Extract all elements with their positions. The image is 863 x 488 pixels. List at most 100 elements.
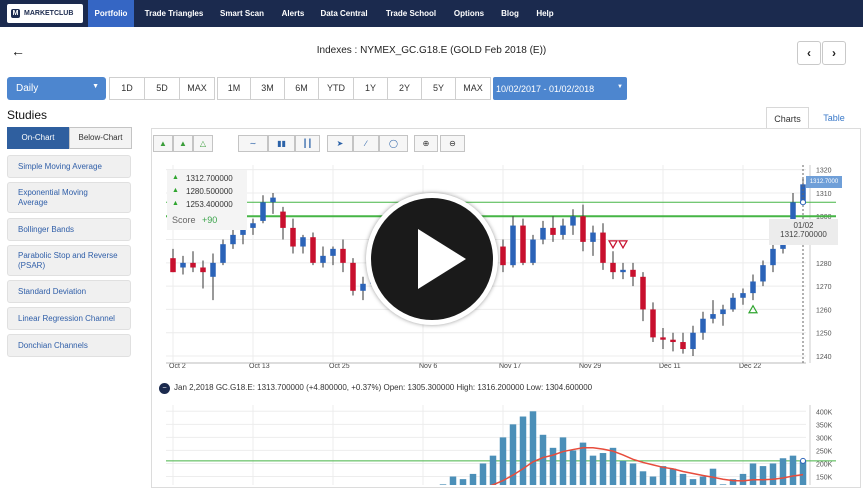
period-button-1d[interactable]: 1D bbox=[109, 77, 145, 100]
crosshair-point bbox=[800, 199, 806, 206]
fibonacci-icon[interactable]: ◯ bbox=[379, 135, 408, 152]
nav-item-alerts[interactable]: Alerts bbox=[273, 0, 313, 27]
study-standard-deviation[interactable]: Standard Deviation bbox=[7, 280, 131, 303]
study-linear-regression-channel[interactable]: Linear Regression Channel bbox=[7, 307, 131, 330]
volume-bar bbox=[739, 473, 747, 485]
study-simple-moving-average[interactable]: Simple Moving Average bbox=[7, 155, 131, 178]
period-button-ytd[interactable]: YTD bbox=[318, 77, 354, 100]
trade-triangle-weekly-icon[interactable]: ▲ bbox=[173, 135, 193, 152]
candle-body bbox=[610, 262, 616, 273]
period-button-max-2[interactable]: MAX bbox=[455, 77, 491, 100]
volume-bar bbox=[519, 416, 527, 485]
last-price-tag: 1312.7000 bbox=[806, 176, 842, 188]
candle-body bbox=[310, 237, 316, 263]
volume-bar bbox=[459, 479, 467, 485]
study-bollinger-bands[interactable]: Bollinger Bands bbox=[7, 218, 131, 241]
green-triangle-icon: ▲ bbox=[172, 174, 179, 181]
zoom-out-icon[interactable]: ⊖ bbox=[440, 135, 465, 152]
y-tick-label: 1250 bbox=[816, 331, 832, 338]
volume-bar bbox=[779, 458, 787, 485]
nav-item-help[interactable]: Help bbox=[529, 0, 561, 27]
study-label: (PSAR) bbox=[18, 261, 46, 270]
crosshair-readout: 01/02 1312.700000 bbox=[769, 219, 838, 245]
candle-body bbox=[690, 332, 696, 350]
green-triangle-icon: ▲ bbox=[172, 200, 179, 207]
marketclub-logo[interactable]: M MARKETCLUB bbox=[7, 4, 83, 23]
y-tick-label: 150K bbox=[816, 475, 833, 482]
candle-body bbox=[560, 225, 566, 235]
study-label: Standard Deviation bbox=[18, 287, 87, 296]
volume-bar bbox=[679, 473, 687, 485]
y-tick-label: 1310 bbox=[816, 191, 832, 198]
trade-triangle-daily-icon[interactable]: △ bbox=[193, 135, 213, 152]
candle-body bbox=[520, 225, 526, 263]
tab-on-chart[interactable]: On-Chart bbox=[7, 127, 69, 149]
volume-bar bbox=[539, 434, 547, 485]
nav-item-trade-school[interactable]: Trade School bbox=[380, 0, 442, 27]
legend-level: 1280.500000 bbox=[186, 187, 233, 196]
trendline-icon[interactable]: ∕ bbox=[353, 135, 379, 152]
study-label: Linear Regression Channel bbox=[18, 314, 115, 323]
sell-triangle-icon bbox=[607, 240, 619, 250]
study-donchian-channels[interactable]: Donchian Channels bbox=[7, 334, 131, 357]
period-button-2y[interactable]: 2Y bbox=[387, 77, 422, 100]
period-button-1y[interactable]: 1Y bbox=[353, 77, 388, 100]
nav-item-blog[interactable]: Blog bbox=[495, 0, 525, 27]
nav-item-trade-triangles[interactable]: Trade Triangles bbox=[139, 0, 209, 27]
trade-triangle-tool-icon[interactable]: ▲ bbox=[153, 135, 173, 152]
prev-symbol-button[interactable]: ‹ bbox=[797, 41, 821, 65]
volume-bar bbox=[559, 437, 567, 485]
nav-item-portfolio[interactable]: Portfolio bbox=[88, 0, 134, 27]
volume-bar bbox=[479, 463, 487, 485]
nav-item-options[interactable]: Options bbox=[446, 0, 492, 27]
period-button-5y[interactable]: 5Y bbox=[421, 77, 456, 100]
period-button-max[interactable]: MAX bbox=[179, 77, 215, 100]
zoom-in-icon[interactable]: ⊕ bbox=[414, 135, 438, 152]
ohlc-bars-icon[interactable]: ┃┃ bbox=[295, 135, 320, 152]
study-exponential-moving-average[interactable]: Exponential Moving Average bbox=[7, 182, 131, 213]
tab-below-chart[interactable]: Below-Chart bbox=[69, 127, 132, 149]
candle-body bbox=[740, 293, 746, 298]
nav-item-data-central[interactable]: Data Central bbox=[315, 0, 373, 27]
legend-level: 1253.400000 bbox=[186, 200, 233, 209]
candle-body bbox=[290, 227, 296, 247]
volume-bar bbox=[669, 468, 677, 485]
period-button-3m[interactable]: 3M bbox=[250, 77, 285, 100]
volume-bar bbox=[699, 476, 707, 485]
volume-bar bbox=[609, 447, 617, 485]
play-icon bbox=[418, 229, 466, 289]
nav-item-smart-scan[interactable]: Smart Scan bbox=[214, 0, 270, 27]
volume-bar bbox=[649, 476, 657, 485]
study-parabolic-sar[interactable]: Parabolic Stop and Reverse (PSAR) bbox=[7, 245, 131, 276]
period-button-6m[interactable]: 6M bbox=[284, 77, 319, 100]
price-chart[interactable]: 124012501260127012801290130013101320Oct … bbox=[166, 160, 838, 372]
candle-body bbox=[260, 202, 266, 221]
timeframe-select[interactable]: Daily ▼ bbox=[7, 77, 106, 100]
score-label: Score bbox=[172, 215, 196, 225]
volume-ma-line bbox=[489, 447, 804, 485]
candle-body bbox=[700, 318, 706, 333]
caret-down-icon: ▼ bbox=[92, 83, 99, 90]
cursor-icon[interactable]: ➤ bbox=[327, 135, 353, 152]
volume-chart[interactable]: 400K350K300K250K200K150K100K bbox=[166, 405, 838, 485]
study-label: Simple Moving Average bbox=[18, 162, 102, 171]
trade-triangle-legend: ▲ 1312.700000 ▲ 1280.500000 ▲ 1253.40000… bbox=[167, 170, 247, 230]
play-video-button[interactable] bbox=[366, 193, 498, 325]
candle-body bbox=[750, 281, 756, 294]
page-title: Indexes : NYMEX_GC.G18.E (GOLD Feb 2018 … bbox=[316, 45, 547, 56]
y-tick-label: 350K bbox=[816, 422, 833, 429]
candle-body bbox=[720, 309, 726, 315]
candle-body bbox=[540, 227, 546, 240]
crosshair-point bbox=[800, 457, 806, 464]
next-symbol-button[interactable]: › bbox=[822, 41, 846, 65]
volume-bar bbox=[489, 455, 497, 485]
period-button-1m[interactable]: 1M bbox=[217, 77, 251, 100]
volume-bar bbox=[469, 473, 477, 485]
date-range-select[interactable]: 10/02/2017 - 01/02/2018 ▼ bbox=[493, 77, 627, 100]
study-label: Average bbox=[18, 198, 48, 207]
x-tick-label: Dec 11 bbox=[659, 363, 681, 370]
back-arrow-icon[interactable]: ← bbox=[11, 43, 25, 59]
period-button-5d[interactable]: 5D bbox=[144, 77, 180, 100]
candlestick-icon[interactable]: ▮▮ bbox=[268, 135, 295, 152]
line-chart-icon[interactable]: ∼ bbox=[238, 135, 268, 152]
